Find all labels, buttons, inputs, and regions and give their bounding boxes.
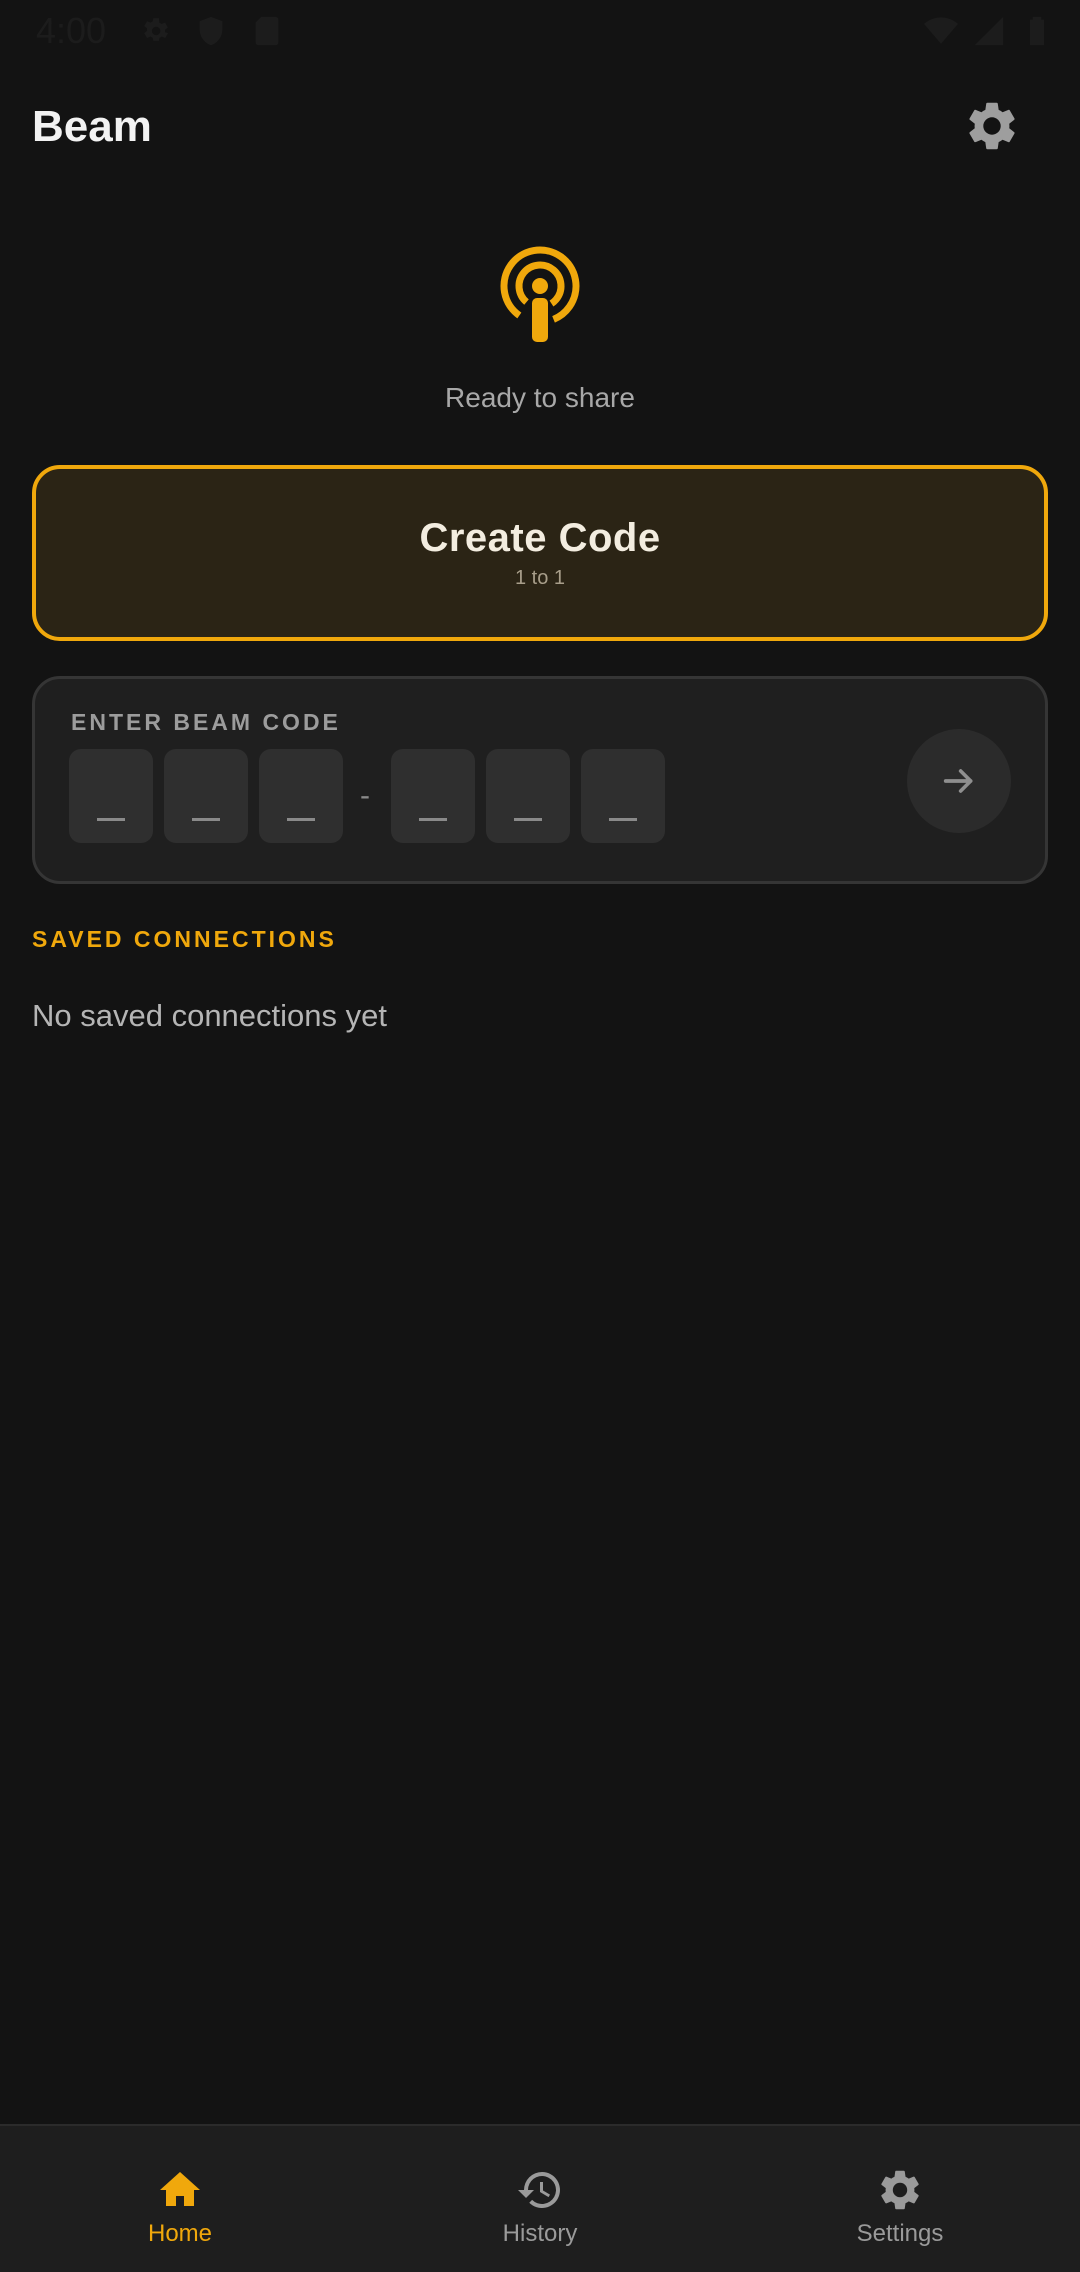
battery-icon: [1029, 16, 1045, 46]
status-time: 4:00: [36, 10, 107, 51]
nav-home[interactable]: Home: [0, 2126, 360, 2272]
nav-home-label: Home: [147, 2220, 213, 2247]
nav-settings[interactable]: Settings: [720, 2126, 1080, 2272]
app-bar: Beam: [0, 64, 1080, 188]
code-digit-4[interactable]: [391, 749, 475, 843]
code-digit-6[interactable]: [581, 749, 665, 843]
code-digit-3[interactable]: [259, 749, 343, 843]
nav-history[interactable]: History: [360, 2126, 720, 2272]
signal-icon: [974, 16, 1004, 46]
beam-code-card: ENTER BEAM CODE -: [32, 676, 1048, 884]
settings-icon: [144, 18, 169, 41]
create-code-subtitle: 1 to 1: [514, 567, 566, 589]
bottom-nav: Home History Settings: [0, 2124, 1080, 2272]
saved-connections-empty: No saved connections yet: [32, 998, 387, 1033]
settings-button[interactable]: [960, 94, 1024, 158]
code-digit-2[interactable]: [164, 749, 248, 843]
hero: Ready to share: [0, 236, 1080, 414]
gear-icon: [881, 2170, 919, 2210]
share-status-text: Ready to share: [445, 382, 635, 413]
submit-code-button[interactable]: [907, 729, 1011, 833]
app-title: Beam: [32, 102, 152, 151]
sd-card-icon: [255, 16, 279, 46]
wifi-icon: [924, 17, 958, 44]
create-code-title: Create Code: [419, 516, 661, 560]
home-icon: [160, 2172, 200, 2206]
nav-settings-label: Settings: [856, 2220, 944, 2247]
arrow-right-icon: [943, 769, 973, 793]
status-icons-left: [138, 14, 284, 48]
shield-icon: [199, 16, 223, 46]
status-icons-right: [924, 14, 1054, 48]
code-digit-1[interactable]: [69, 749, 153, 843]
code-separator: -: [360, 779, 370, 812]
beam-code-inputs: -: [69, 749, 676, 843]
nav-history-label: History: [502, 2220, 578, 2247]
status-bar: 4:00: [0, 0, 1080, 64]
history-icon: [518, 2172, 560, 2208]
gear-icon: [969, 102, 1015, 150]
code-digit-5[interactable]: [486, 749, 570, 843]
saved-connections-header: SAVED CONNECTIONS: [32, 926, 337, 952]
beam-code-label: ENTER BEAM CODE: [71, 709, 341, 735]
create-code-button[interactable]: Create Code 1 to 1: [32, 465, 1048, 641]
broadcast-icon: [500, 246, 580, 342]
